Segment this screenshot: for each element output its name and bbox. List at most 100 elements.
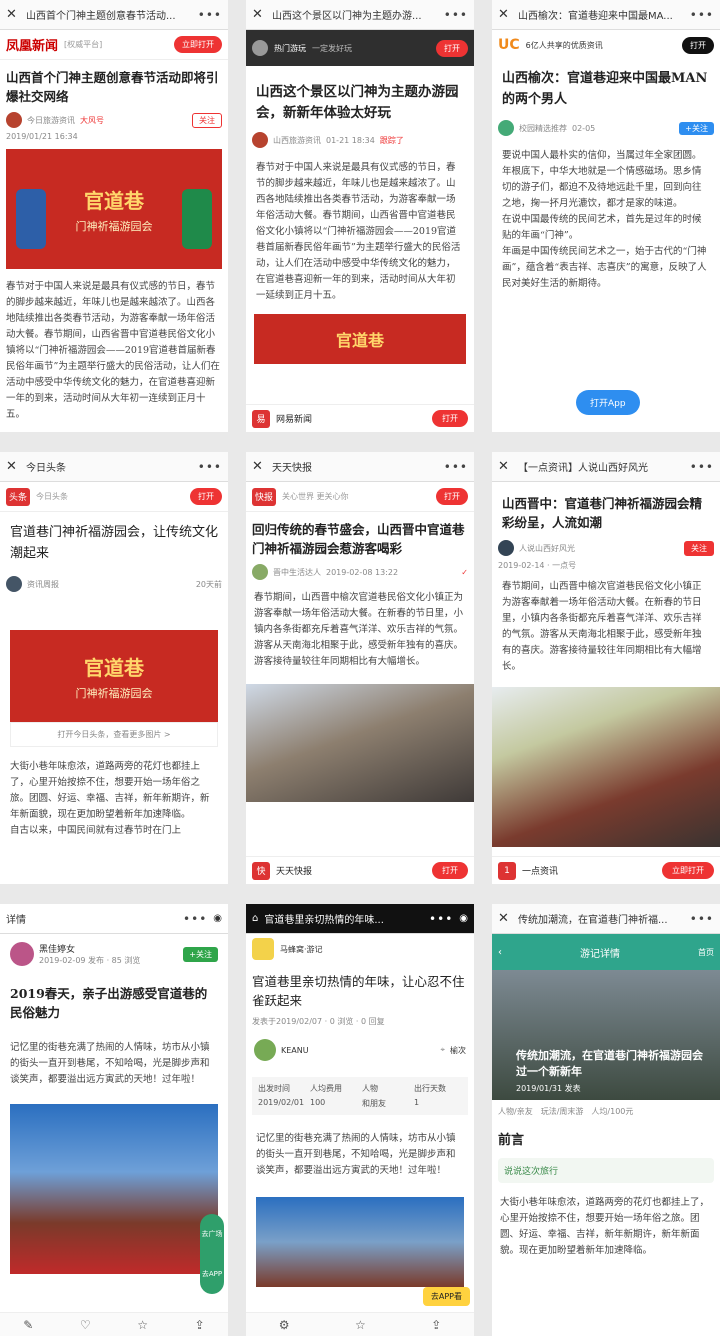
phone-netease: ✕ 山西这个景区以门神为主题办游... ••• 热门游玩 一定发好玩 打开 山西… bbox=[246, 0, 474, 432]
table-header: 出发时间 bbox=[258, 1084, 290, 1093]
open-app-button[interactable]: 打开 bbox=[436, 39, 468, 57]
promo-sub: 一定发好玩 bbox=[312, 43, 352, 53]
close-icon[interactable]: ✕ bbox=[252, 459, 266, 474]
open-app-button[interactable]: 打开 bbox=[436, 488, 468, 505]
footer-open-button[interactable]: 立即打开 bbox=[662, 862, 714, 879]
kuaibao-logo-icon: 快 bbox=[252, 861, 270, 880]
more-icon[interactable]: ••• bbox=[690, 460, 714, 474]
close-icon[interactable]: ✕ bbox=[6, 459, 20, 474]
top-bar-title: 天天快报 bbox=[272, 463, 312, 474]
avatar bbox=[252, 40, 268, 56]
follow-button[interactable]: 关注 bbox=[684, 540, 714, 556]
event-banner: 官道巷 门神祈福游园会 bbox=[6, 149, 222, 269]
footer-open-button[interactable]: 打开 bbox=[432, 410, 468, 427]
author-name: 校园精选推荐 bbox=[519, 123, 567, 133]
more-icon[interactable]: ••• bbox=[198, 460, 222, 474]
open-app-button[interactable]: 打开 bbox=[682, 36, 714, 54]
street-photo bbox=[246, 684, 474, 802]
top-bar-title: 传统加潮流，在官道巷门神祈福... bbox=[518, 915, 668, 926]
open-app-float-button[interactable]: 打开App bbox=[576, 390, 640, 415]
yidian-logo-icon: 1 bbox=[498, 861, 516, 880]
footer-open-button[interactable]: 打开 bbox=[432, 862, 468, 879]
article-body: 春节期间，山西晋中榆次官道巷民俗文化小镇正为游客奉献着一场年俗活动大餐。在新春的… bbox=[502, 581, 702, 672]
close-circle-icon[interactable]: ◉ bbox=[459, 913, 468, 924]
netease-logo-icon: 易 bbox=[252, 409, 270, 428]
follow-button[interactable]: 关注 bbox=[192, 112, 222, 128]
open-app-button[interactable]: 立即打开 bbox=[174, 36, 222, 53]
follow-button[interactable]: +关注 bbox=[183, 946, 218, 962]
phone-kuaibao: ✕ 天天快报 ••• 快报 关心世界 更关心你 打开 回归传统的春节盛会，山西晋… bbox=[246, 452, 474, 884]
side-app-button[interactable]: 去APP bbox=[202, 1269, 222, 1279]
avatar bbox=[498, 120, 514, 136]
brand-sub: [权威平台] bbox=[64, 40, 103, 49]
author-row: 校园精选推荐 02-05 +关注 bbox=[492, 118, 720, 138]
author-row: 山西旅游资讯 01-21 18:34 跟踪了 bbox=[246, 130, 474, 150]
more-icon[interactable]: ••• bbox=[444, 8, 468, 22]
close-icon[interactable]: ✕ bbox=[252, 7, 266, 22]
article-body: 大街小巷年味愈浓，道路两旁的花灯也都挂上了，心里开始按捺不住，想要开始一场年俗之… bbox=[10, 761, 210, 836]
brand-logo: 凤凰新闻 bbox=[6, 39, 59, 54]
close-icon[interactable]: ✕ bbox=[498, 7, 512, 22]
top-bar: ⌂ 官道巷里亲切热情的年味... ••• ◉ bbox=[246, 904, 474, 934]
follow-link[interactable]: 跟踪了 bbox=[380, 135, 404, 146]
top-bar-title: 山西榆次：官道巷迎来中国最MA... bbox=[518, 11, 673, 22]
phone-yidian: ✕ 【一点资讯】人说山西好风光 ••• 山西晋中：官道巷门神祈福游园会精彩纷呈，… bbox=[492, 452, 720, 884]
article-title: 山西榆次：官道巷迎来中国最MAN的两个男人 bbox=[502, 71, 708, 107]
tag-cost: 人均/100元 bbox=[591, 1107, 634, 1116]
avatar bbox=[252, 564, 268, 580]
close-icon[interactable]: ✕ bbox=[6, 7, 20, 22]
tag-people: 人物/亲友 bbox=[498, 1107, 533, 1116]
settings-icon[interactable]: ⚙ bbox=[279, 1318, 290, 1332]
trip-note-chip[interactable]: 说说这次旅行 bbox=[498, 1158, 714, 1183]
star-icon[interactable]: ☆ bbox=[355, 1318, 366, 1332]
more-icon[interactable]: ••• bbox=[429, 912, 453, 926]
close-icon[interactable]: ✕ bbox=[498, 911, 512, 926]
comment-icon[interactable]: ✎ bbox=[23, 1318, 33, 1332]
more-images-link[interactable]: 打开今日头条，查看更多图片 > bbox=[10, 722, 218, 747]
brand-bar: 马蜂窝·游记 bbox=[246, 934, 474, 964]
app-header: ‹ 游记详情 首页 bbox=[492, 934, 720, 970]
top-bar: ✕ 天天快报 ••• bbox=[246, 452, 474, 482]
location-text: 榆次 bbox=[450, 1045, 466, 1055]
heart-icon[interactable]: ♡ bbox=[80, 1318, 91, 1332]
table-header: 人物 bbox=[362, 1084, 378, 1093]
share-icon[interactable]: ⇪ bbox=[431, 1318, 441, 1332]
more-icon[interactable]: ••• bbox=[198, 8, 222, 22]
close-icon[interactable]: ✕ bbox=[498, 459, 512, 474]
lantern-photo bbox=[10, 1104, 218, 1274]
go-app-button[interactable]: 去APP看 bbox=[422, 1287, 470, 1306]
table-header: 出行天数 bbox=[414, 1084, 446, 1093]
promo-title: 热门游玩 bbox=[274, 43, 306, 53]
share-icon[interactable]: ⇪ bbox=[195, 1318, 205, 1332]
more-icon[interactable]: ••• bbox=[183, 912, 207, 926]
banner-title: 官道巷 bbox=[84, 188, 144, 213]
top-bar-title: 山西首个门神主题创意春节活动... bbox=[26, 11, 176, 22]
follow-button[interactable]: +关注 bbox=[679, 121, 714, 135]
home-link[interactable]: 首页 bbox=[698, 947, 714, 958]
back-icon[interactable]: ‹ bbox=[498, 947, 502, 958]
more-icon[interactable]: ••• bbox=[444, 460, 468, 474]
event-banner: 官道巷 bbox=[254, 314, 466, 364]
star-icon[interactable]: ☆ bbox=[137, 1318, 148, 1332]
top-bar: ✕ 传统加潮流，在官道巷门神祈福... ••• bbox=[492, 904, 720, 934]
footer-brand: 一点资讯 bbox=[522, 867, 559, 877]
close-circle-icon[interactable]: ◉ bbox=[213, 913, 222, 924]
home-icon[interactable]: ⌂ bbox=[252, 913, 258, 924]
publish-date: 2019-02-09 发布 · 85 浏览 bbox=[39, 956, 141, 965]
bottom-nav: ✎ ♡ ☆ ⇪ bbox=[0, 1312, 228, 1336]
like-icon[interactable]: ✓ bbox=[461, 568, 468, 577]
top-bar-title: 【一点资讯】人说山西好风光 bbox=[518, 463, 648, 474]
brand-sub: 今日头条 bbox=[36, 492, 69, 501]
article-body: 记忆里的街巷充满了热闹的人情味，坊市从小镇的街头一直开到巷尾，不知哈喝，光是脚步… bbox=[256, 1133, 456, 1176]
more-icon[interactable]: ••• bbox=[690, 8, 714, 22]
side-plaza-button[interactable]: 去广场 bbox=[202, 1229, 223, 1239]
banner-title: 官道巷 bbox=[335, 331, 384, 350]
more-icon[interactable]: ••• bbox=[690, 912, 714, 926]
table-cell: 100 bbox=[310, 1098, 326, 1107]
publish-date: 20天前 bbox=[195, 579, 222, 589]
brand-sub: 6亿人共享的优质资讯 bbox=[525, 40, 603, 50]
roof-photo bbox=[256, 1197, 464, 1287]
brand-sub: 关心世界 更关心你 bbox=[282, 492, 349, 501]
article-title: 官道巷里亲切热情的年味，让心忍不住雀跃起来 bbox=[252, 974, 465, 1008]
open-app-button[interactable]: 打开 bbox=[190, 488, 222, 505]
